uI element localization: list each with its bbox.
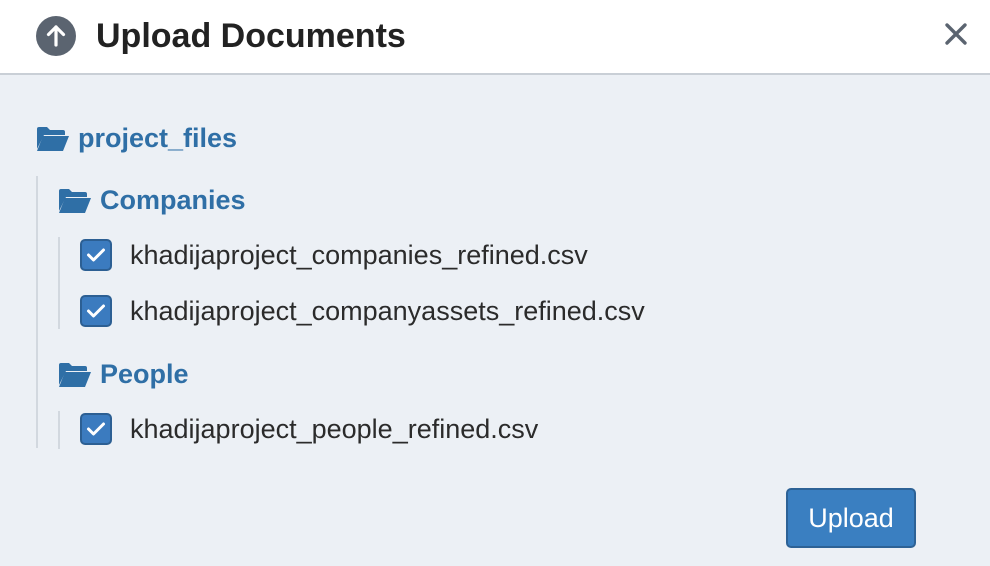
- tree-guide-line: [58, 237, 60, 329]
- tree-root-folder[interactable]: project_files: [36, 123, 237, 154]
- file-row[interactable]: khadijaproject_companyassets_refined.csv: [80, 295, 645, 327]
- checkmark-icon: [87, 304, 105, 318]
- tree-guide-line: [36, 176, 38, 448]
- file-name: khadijaproject_people_refined.csv: [130, 413, 539, 444]
- upload-arrow-icon: [36, 16, 76, 56]
- dialog-title: Upload Documents: [96, 17, 406, 55]
- folder-label: Companies: [100, 185, 246, 215]
- folder-label: People: [100, 359, 189, 389]
- checkmark-icon: [87, 422, 105, 436]
- tree-folder-companies[interactable]: Companies: [58, 185, 246, 216]
- folder-label: project_files: [78, 123, 238, 153]
- tree-guide-line: [58, 411, 60, 449]
- file-checkbox[interactable]: [80, 295, 112, 327]
- file-checkbox[interactable]: [80, 413, 112, 445]
- close-icon[interactable]: [944, 22, 968, 46]
- file-checkbox[interactable]: [80, 239, 112, 271]
- upload-button[interactable]: Upload: [786, 488, 916, 548]
- dialog-header: Upload Documents: [0, 0, 990, 75]
- file-name: khadijaproject_companies_refined.csv: [130, 239, 588, 270]
- file-name: khadijaproject_companyassets_refined.csv: [130, 295, 645, 326]
- checkmark-icon: [87, 248, 105, 262]
- file-row[interactable]: khadijaproject_companies_refined.csv: [80, 239, 588, 271]
- dialog-body: project_files Companies khadijaproject_c…: [0, 77, 990, 566]
- tree-folder-people[interactable]: People: [58, 359, 189, 390]
- folder-open-icon: [37, 126, 69, 151]
- folder-open-icon: [59, 188, 91, 213]
- folder-open-icon: [59, 362, 91, 387]
- file-row[interactable]: khadijaproject_people_refined.csv: [80, 413, 538, 445]
